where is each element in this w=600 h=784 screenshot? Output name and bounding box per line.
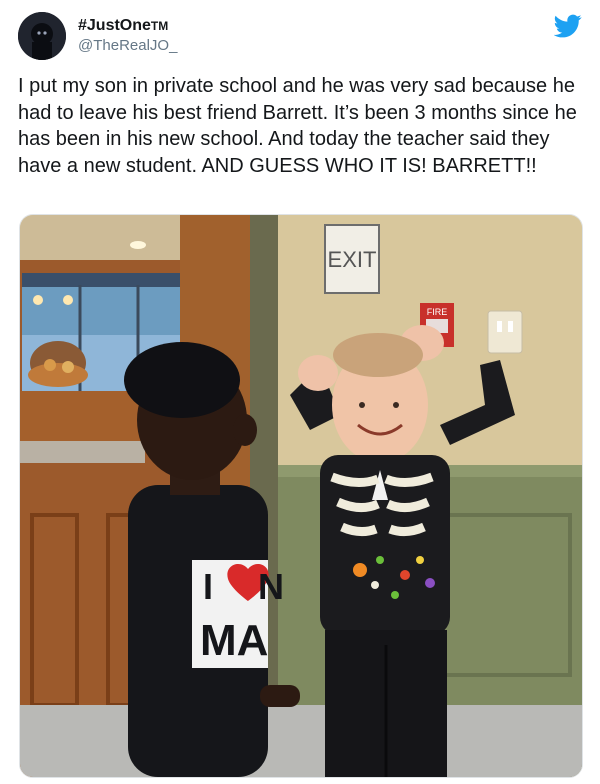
- shirt-letter-n: N: [258, 566, 284, 607]
- shirt-letters-ma: MA: [200, 616, 268, 665]
- fire-alarm-text: FIRE: [427, 307, 448, 317]
- author-handle[interactable]: @TheRealJO_: [78, 36, 177, 56]
- photo-scene: EXIT FIRE I N MA: [20, 215, 582, 777]
- avatar-photo: [18, 12, 66, 60]
- author-info: #JustOneTM @TheRealJO_: [78, 16, 177, 56]
- avatar[interactable]: [18, 12, 66, 60]
- tweet-photo[interactable]: EXIT FIRE I N MA: [19, 214, 583, 778]
- author-display-name: #JustOne: [78, 17, 151, 34]
- tweet-header: #JustOneTM @TheRealJO_: [18, 12, 582, 62]
- twitter-bird-icon[interactable]: [554, 12, 582, 40]
- author-name-mark: TM: [150, 19, 169, 33]
- author-name[interactable]: #JustOneTM: [78, 16, 177, 36]
- tweet-text: I put my son in private school and he wa…: [18, 75, 577, 177]
- tweet-card: #JustOneTM @TheRealJO_ I put my son in p…: [0, 0, 600, 784]
- shirt-letter-i: I: [203, 566, 213, 607]
- exit-sign-text: EXIT: [328, 247, 377, 272]
